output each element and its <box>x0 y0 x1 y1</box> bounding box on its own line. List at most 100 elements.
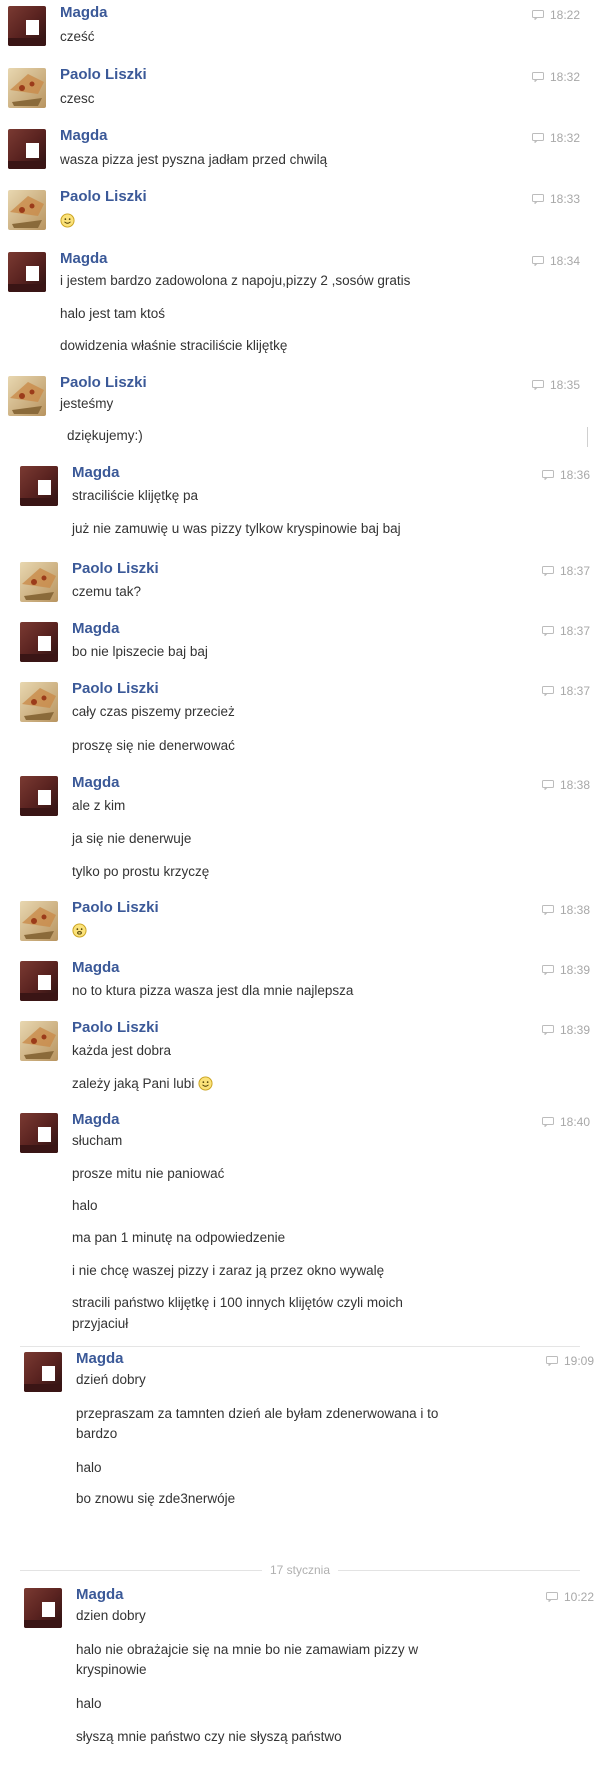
timestamp: 18:37 <box>541 564 590 578</box>
message-text-content: zależy jaką Pani lubi <box>72 1076 195 1091</box>
message-block: Paolo Liszki 18:33 <box>0 186 580 236</box>
timestamp: 18:35 <box>531 378 580 392</box>
message-bubble-icon <box>541 1025 554 1035</box>
message-time: 18:36 <box>559 468 590 482</box>
message-time: 18:37 <box>559 684 590 698</box>
timestamp: 18:39 <box>541 1023 590 1037</box>
smiley-icon <box>198 1076 213 1091</box>
message-text: bo znowu się zde3nerwóje <box>76 1491 236 1506</box>
sender-name[interactable]: Paolo Liszki <box>60 66 147 83</box>
sender-name[interactable]: Magda <box>76 1350 124 1367</box>
timestamp: 18:32 <box>531 131 580 145</box>
timestamp: 18:36 <box>541 468 590 482</box>
message-text: halo jest tam ktoś <box>60 306 166 321</box>
avatar[interactable] <box>24 1352 62 1392</box>
message-bubble-icon <box>531 380 544 390</box>
message-text: dzien dobry <box>76 1608 146 1623</box>
message-time: 10:22 <box>563 1590 594 1604</box>
message-block: Magda 18:22 cześć <box>0 2 580 52</box>
avatar[interactable] <box>8 252 46 292</box>
message-bubble-icon <box>531 133 544 143</box>
avatar[interactable] <box>20 562 58 602</box>
sender-name[interactable]: Magda <box>72 620 120 637</box>
timestamp: 18:32 <box>531 70 580 84</box>
message-bubble-icon <box>541 626 554 636</box>
message-block: Paolo Liszki 18:39 każda jest dobra zale… <box>12 1017 590 1097</box>
sender-name[interactable]: Paolo Liszki <box>72 680 159 697</box>
message-text: jesteśmy <box>60 396 114 411</box>
message-text: straciliście klijętkę pa <box>72 488 199 503</box>
message-bubble-icon <box>541 686 554 696</box>
message-text: cały czas piszemy przecież <box>72 704 235 719</box>
avatar[interactable] <box>8 6 46 46</box>
avatar[interactable] <box>20 961 58 1001</box>
sender-name[interactable]: Magda <box>72 774 120 791</box>
chat-transcript: Magda 18:22 cześć Paolo Liszki 18:32 cze… <box>0 0 600 1766</box>
avatar[interactable] <box>20 1113 58 1153</box>
message-bubble-icon <box>541 780 554 790</box>
sender-name[interactable]: Magda <box>72 959 120 976</box>
message-time: 19:09 <box>563 1354 594 1368</box>
sender-name[interactable]: Paolo Liszki <box>60 374 147 391</box>
message-text: czesc <box>60 91 95 106</box>
message-bubble-icon <box>545 1356 558 1366</box>
timestamp: 18:38 <box>541 903 590 917</box>
avatar[interactable] <box>20 622 58 662</box>
timestamp: 18:39 <box>541 963 590 977</box>
message-time: 18:37 <box>559 564 590 578</box>
message-text: halo <box>76 1696 102 1711</box>
message-text <box>60 211 540 231</box>
message-time: 18:37 <box>559 624 590 638</box>
message-text: słyszą mnie państwo czy nie słyszą państ… <box>76 1729 342 1744</box>
message-text: halo <box>72 1198 98 1213</box>
avatar[interactable] <box>24 1588 62 1628</box>
message-text: czemu tak? <box>72 584 142 599</box>
sender-name[interactable]: Magda <box>72 1111 120 1128</box>
message-text: kryspinowie <box>76 1662 147 1677</box>
timestamp: 18:38 <box>541 778 590 792</box>
message-text: słucham <box>72 1133 123 1148</box>
message-block: Magda 18:34 i jestem bardzo zadowolona z… <box>0 248 580 358</box>
avatar[interactable] <box>20 1021 58 1061</box>
message-text: stracili państwo klijętkę i 100 innych k… <box>72 1295 403 1310</box>
sender-name[interactable]: Paolo Liszki <box>72 1019 159 1036</box>
timestamp: 18:34 <box>531 254 580 268</box>
sender-name[interactable]: Paolo Liszki <box>60 188 147 205</box>
message-block: Magda 18:37 bo nie lpiszecie baj baj <box>12 618 590 668</box>
avatar[interactable] <box>20 901 58 941</box>
message-text: ja się nie denerwuje <box>72 831 192 846</box>
sender-name[interactable]: Magda <box>76 1586 124 1603</box>
message-text: tylko po prostu krzyczę <box>72 864 210 879</box>
message-text: zależy jaką Pani lubi <box>72 1074 550 1094</box>
sender-name[interactable]: Magda <box>60 250 108 267</box>
avatar[interactable] <box>8 129 46 169</box>
message-block: Magda 19:09 dzień dobry przepraszam za t… <box>16 1348 594 1506</box>
message-text: przepraszam za tamnten dzień ale byłam z… <box>76 1406 439 1421</box>
timestamp: 18:40 <box>541 1115 590 1129</box>
message-time: 18:33 <box>549 192 580 206</box>
avatar[interactable] <box>20 466 58 506</box>
message-block: Magda 18:32 wasza pizza jest pyszna jadł… <box>0 125 580 175</box>
message-bubble-icon <box>531 72 544 82</box>
avatar[interactable] <box>8 190 46 230</box>
message-text: dziękujemy:) <box>67 428 143 443</box>
message-text: i jestem bardzo zadowolona z napoju,pizz… <box>60 273 411 288</box>
sender-name[interactable]: Paolo Liszki <box>72 899 159 916</box>
sender-name[interactable]: Magda <box>60 127 108 144</box>
message-bubble-icon <box>541 566 554 576</box>
sender-name[interactable]: Magda <box>72 464 120 481</box>
scrollbar-mark <box>587 427 588 447</box>
avatar[interactable] <box>20 682 58 722</box>
message-time: 18:34 <box>549 254 580 268</box>
avatar[interactable] <box>20 776 58 816</box>
sender-name[interactable]: Magda <box>60 4 108 21</box>
message-text: bo nie lpiszecie baj baj <box>72 644 208 659</box>
avatar[interactable] <box>8 376 46 416</box>
message-text: proszę się nie denerwować <box>72 738 235 753</box>
avatar[interactable] <box>8 68 46 108</box>
sender-name[interactable]: Paolo Liszki <box>72 560 159 577</box>
message-block: Paolo Liszki 18:35 jesteśmy dziękujemy:) <box>0 372 580 452</box>
timestamp: 10:22 <box>545 1590 594 1604</box>
message-bubble-icon <box>541 470 554 480</box>
message-text: halo nie obrażajcie się na mnie bo nie z… <box>76 1642 419 1657</box>
